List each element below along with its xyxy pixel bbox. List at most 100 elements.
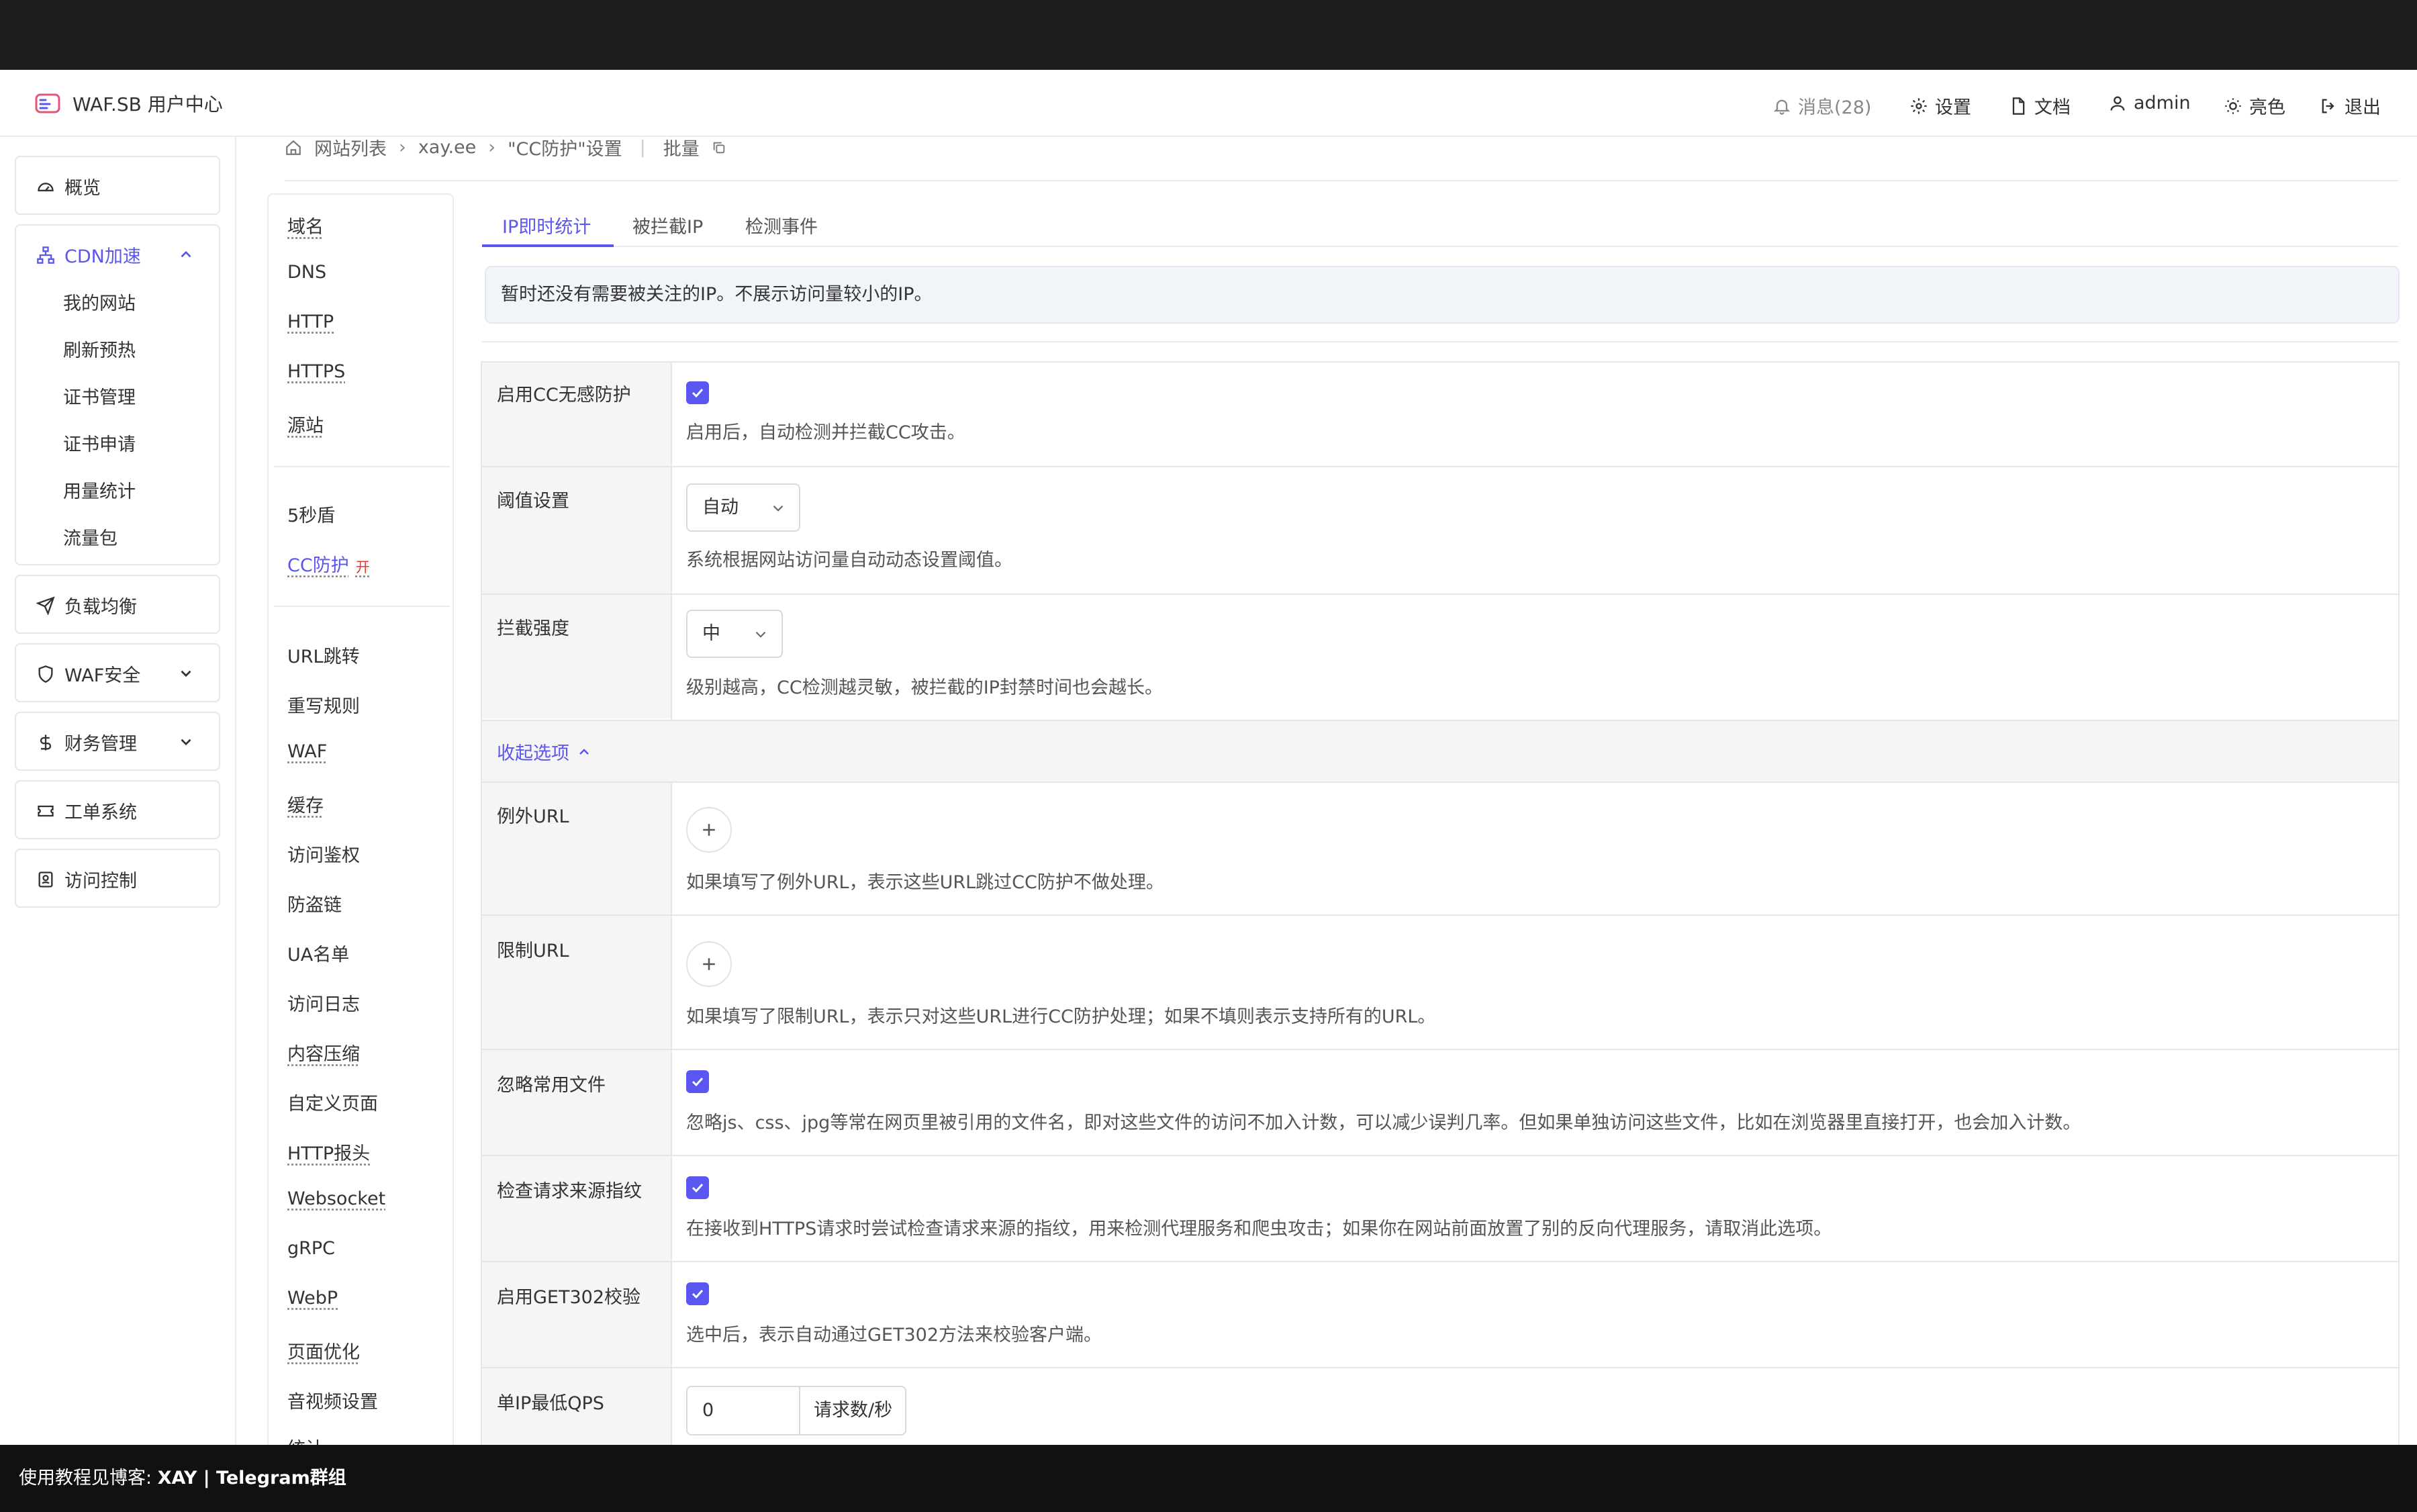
tabs-divider [482, 246, 2398, 247]
site-menu-media[interactable]: 音视频设置 [287, 1387, 378, 1413]
limit-url-desc: 如果填写了限制URL，表示只对这些URL进行CC防护处理；如果不填则表示支持所有… [686, 1006, 1436, 1027]
copy-icon[interactable] [712, 140, 726, 155]
site-menu-auth[interactable]: 访问鉴权 [287, 841, 360, 867]
site-menu-websocket[interactable]: Websocket [287, 1188, 385, 1209]
sidebar-divider [235, 137, 236, 1445]
nav-load-balance[interactable]: 负载均衡 [15, 575, 220, 634]
nav-finance-label: 财务管理 [64, 734, 137, 755]
breadcrumb-domain[interactable]: xay.ee [418, 137, 476, 158]
site-menu-dns[interactable]: DNS [287, 262, 326, 283]
nav-overview[interactable]: 概览 [15, 156, 220, 215]
site-menu-ua-list[interactable]: UA名单 [287, 940, 349, 966]
row-divider [482, 466, 2398, 467]
site-menu-rewrite[interactable]: 重写规则 [287, 692, 360, 718]
site-menu-cc-label: CC防护 [287, 555, 349, 576]
docs-label: 文档 [2034, 97, 2071, 118]
batch-link[interactable]: 批量 [663, 134, 700, 160]
nav-traffic-pack[interactable]: 流量包 [63, 524, 117, 550]
site-menu-domain[interactable]: 域名 [287, 212, 324, 238]
threshold-value: 自动 [702, 497, 739, 518]
site-menu-access-log[interactable]: 访问日志 [287, 990, 360, 1016]
tab-detect-events[interactable]: 检测事件 [745, 212, 818, 238]
site-menu-cc[interactable]: CC防护开 [287, 551, 370, 577]
site-menu-5s-shield[interactable]: 5秒盾 [287, 501, 335, 527]
min-qps-input[interactable]: 0 [702, 1387, 714, 1434]
add-except-url-button[interactable] [686, 807, 732, 853]
site-menu-webp[interactable]: WebP [287, 1288, 338, 1309]
site-menu-cache[interactable]: 缓存 [287, 791, 324, 817]
settings-label: 设置 [1935, 97, 1971, 118]
user-menu[interactable]: admin [2108, 93, 2191, 113]
settings-link[interactable]: 设置 [1909, 93, 1971, 119]
except-url-desc: 如果填写了例外URL，表示这些URL跳过CC防护不做处理。 [686, 872, 1164, 893]
plus-icon [703, 824, 715, 836]
fingerprint-desc: 在接收到HTTPS请求时尝试检查请求来源的指纹，用来检测代理服务和爬虫攻击；如果… [686, 1219, 1832, 1239]
site-menu-compression[interactable]: 内容压缩 [287, 1039, 360, 1066]
network-icon [37, 246, 54, 264]
chevron-up-icon[interactable] [177, 246, 195, 263]
footer-prefix: 使用教程见博客: [19, 1468, 158, 1489]
fingerprint-label: 检查请求来源指纹 [497, 1181, 642, 1202]
dollar-icon [40, 734, 52, 751]
nav-cert-apply[interactable]: 证书申请 [63, 430, 136, 456]
nav-ticket[interactable]: 工单系统 [15, 780, 220, 839]
footer-bar: 使用教程见博客: XAY | Telegram群组 [0, 1445, 2417, 1512]
ticket-icon [38, 805, 54, 816]
cc-enable-checkbox[interactable] [686, 381, 709, 404]
footer-links[interactable]: XAY | Telegram群组 [158, 1468, 346, 1489]
chevron-down-icon [755, 631, 766, 638]
user-icon [2110, 96, 2125, 111]
nav-access-control-label: 访问控制 [64, 871, 137, 892]
breadcrumb-sites[interactable]: 网站列表 [314, 134, 387, 160]
dashboard-icon [38, 182, 54, 191]
threshold-select[interactable]: 自动 [686, 483, 800, 532]
nav-load-balance-label: 负载均衡 [64, 597, 137, 618]
logout-link[interactable]: 退出 [2319, 93, 2381, 119]
messages-link[interactable]: 消息(28) [1772, 93, 1871, 119]
nav-certs[interactable]: 证书管理 [63, 383, 136, 409]
home-icon [286, 140, 301, 155]
label-column [482, 782, 671, 1445]
get302-checkbox[interactable] [686, 1282, 709, 1305]
site-menu-url-redirect[interactable]: URL跳转 [287, 642, 360, 668]
chevron-right-icon: › [399, 137, 406, 158]
row-divider [482, 1367, 2398, 1368]
docs-link[interactable]: 文档 [2009, 93, 2071, 119]
brand[interactable]: WAF.SB 用户中心 [35, 90, 223, 117]
site-menu-https[interactable]: HTTPS [287, 361, 345, 382]
nav-cdn[interactable]: CDN加速 [36, 242, 141, 268]
label-column [482, 363, 671, 718]
site-menu-http[interactable]: HTTP [287, 312, 334, 332]
nav-usage[interactable]: 用量统计 [63, 477, 136, 503]
site-menu-custom-page[interactable]: 自定义页面 [287, 1089, 378, 1115]
nav-finance[interactable]: 财务管理 [15, 712, 220, 771]
collapse-options-button[interactable]: 收起选项 [497, 739, 592, 765]
theme-toggle[interactable]: 亮色 [2224, 93, 2285, 119]
add-limit-url-button[interactable] [686, 941, 732, 987]
site-menu-waf[interactable]: WAF [287, 741, 327, 762]
strength-select[interactable]: 中 [686, 610, 783, 658]
site-menu-origin[interactable]: 源站 [287, 411, 324, 437]
cc-enable-label: 启用CC无感防护 [497, 385, 631, 406]
gear-icon [1911, 97, 1927, 114]
fingerprint-checkbox[interactable] [686, 1176, 709, 1199]
threshold-desc: 系统根据网站访问量自动动态设置阈值。 [686, 550, 1012, 571]
nav-waf[interactable]: WAF安全 [15, 643, 220, 702]
breadcrumb-divider [285, 180, 2398, 181]
site-menu-page-opt[interactable]: 页面优化 [287, 1337, 360, 1364]
min-qps-label: 单IP最低QPS [497, 1393, 604, 1414]
site-menu-hotlink[interactable]: 防盗链 [287, 890, 342, 916]
nav-access-control[interactable]: 访问控制 [15, 849, 220, 908]
nav-cdn-group: CDN加速 我的网站 刷新预热 证书管理 证书申请 用量统计 流量包 [15, 224, 220, 565]
cc-status-tag: 开 [355, 559, 370, 575]
site-menu-grpc[interactable]: gRPC [287, 1238, 335, 1259]
ignore-files-checkbox[interactable] [686, 1070, 709, 1093]
except-url-label: 例外URL [497, 806, 569, 827]
tab-ip-stats[interactable]: IP即时统计 [502, 212, 591, 238]
nav-my-sites[interactable]: 我的网站 [63, 289, 136, 315]
site-menu-http-headers[interactable]: HTTP报头 [287, 1139, 370, 1165]
chevron-down-icon [181, 739, 191, 746]
tab-blocked-ip[interactable]: 被拦截IP [632, 212, 703, 238]
theme-label: 亮色 [2249, 97, 2285, 118]
nav-refresh[interactable]: 刷新预热 [63, 336, 136, 362]
